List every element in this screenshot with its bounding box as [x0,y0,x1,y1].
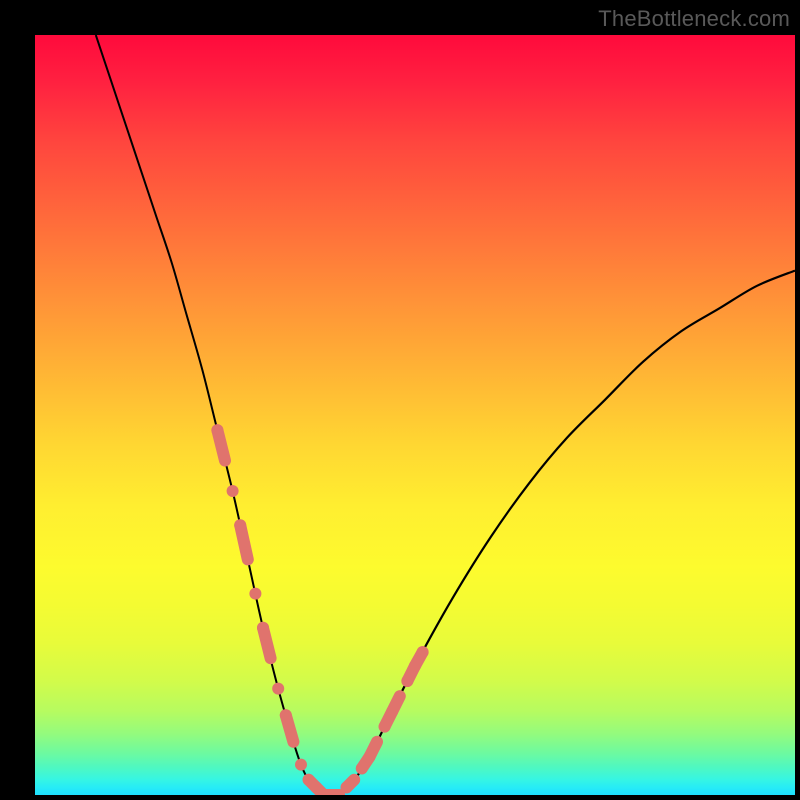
marker-group [211,424,428,795]
highlight-segment [392,696,400,711]
watermark-text: TheBottleneck.com [598,6,790,32]
highlight-segment [217,430,225,460]
bottleneck-curve [35,35,795,795]
highlight-segment [347,780,355,788]
highlight-dot [417,646,429,658]
highlight-dot [249,588,261,600]
plot-area [35,35,795,795]
curve-left-branch [96,35,339,795]
highlight-segment [286,715,294,742]
highlight-segment [263,628,271,658]
chart-stage: TheBottleneck.com [0,0,800,800]
highlight-segment [369,742,377,757]
highlight-dot [295,759,307,771]
highlight-dot [272,683,284,695]
highlight-dot [227,485,239,497]
highlight-segment [240,525,248,559]
